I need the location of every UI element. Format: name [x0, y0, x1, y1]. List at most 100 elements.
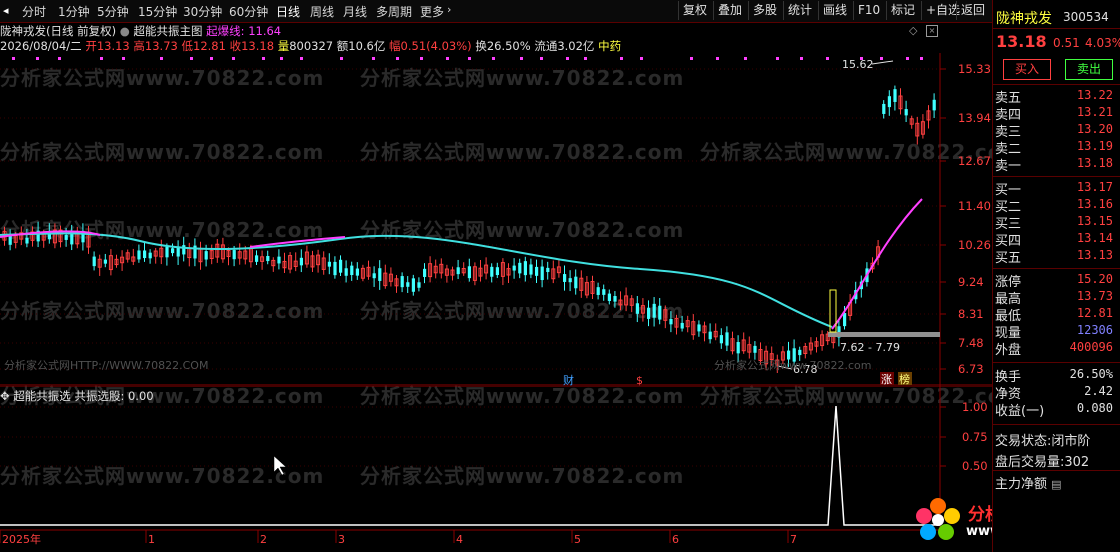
change-value: 0.51(4.03%)	[400, 39, 472, 53]
signal-dot	[160, 57, 163, 60]
high-mark: 15.62	[842, 58, 874, 71]
signal-dot	[396, 57, 399, 60]
candle-body	[887, 96, 891, 108]
candle-body	[456, 267, 460, 275]
candle-body	[607, 293, 611, 301]
price-change: 0.51	[1053, 36, 1080, 50]
indicator-value: 11.64	[248, 24, 282, 38]
time-axis-label: 3	[338, 533, 345, 546]
period-day[interactable]: 日线	[276, 3, 300, 20]
signal-dot	[420, 57, 423, 60]
candle-body	[574, 276, 578, 289]
candle-body	[546, 267, 550, 273]
indicator-name[interactable]: 超能共振主图	[134, 24, 203, 38]
candle-body	[350, 265, 354, 276]
ask-row: 卖三 13.20	[995, 122, 1113, 140]
price-axis-label: 13.94	[958, 111, 991, 125]
signal-dot	[920, 57, 923, 60]
candle-body	[143, 250, 147, 259]
period-multi[interactable]: 多周期	[376, 3, 412, 20]
turnover-value: 26.50%	[486, 39, 531, 53]
price-change-pct: 4.03%	[1085, 36, 1120, 50]
candle-body	[753, 345, 757, 353]
period-fenshi[interactable]: 分时	[22, 3, 46, 20]
float-value: 3.02亿	[557, 39, 595, 53]
gear-icon[interactable]: ●	[120, 24, 130, 38]
candle-body	[299, 257, 303, 266]
zhang-badge[interactable]: 涨	[881, 373, 892, 386]
period-month[interactable]: 月线	[343, 3, 367, 20]
extra-row: 收益(一) 0.080	[995, 401, 1113, 419]
ask-row: 卖五 13.22	[995, 88, 1113, 106]
mark-button[interactable]: 标记	[886, 1, 919, 20]
period-30min[interactable]: 30分钟	[183, 3, 222, 20]
trade-status: 交易状态:闭市阶	[995, 434, 1091, 449]
time-axis: 2025年 1 2 3 4 5 6 7	[0, 529, 940, 546]
stat-row: 外盘 400096	[995, 340, 1113, 358]
menu-icon[interactable]: ▤	[1051, 478, 1061, 491]
signal-dot	[210, 57, 213, 60]
sector-label: 中药	[598, 39, 622, 53]
diamond-icon[interactable]: ◇	[909, 24, 917, 37]
dollar-badge[interactable]: $	[636, 374, 643, 386]
mouse-cursor-icon	[273, 455, 287, 476]
time-axis-label: 7	[790, 533, 797, 546]
resonance-subchart[interactable]: 1.00 0.75 0.50	[0, 386, 992, 529]
signal-dot	[880, 57, 883, 60]
candle-body	[423, 268, 427, 277]
time-axis-label: 2	[260, 533, 267, 546]
candlestick-chart[interactable]: 15.33 13.94 12.67 11.40 10.26 9.24 8.31 7.48 6.7…	[0, 53, 992, 386]
candle-body	[406, 282, 410, 287]
candle-body	[25, 237, 29, 244]
candle-body	[680, 322, 684, 329]
stats-button[interactable]: 统计	[783, 1, 816, 20]
draw-button[interactable]: 画线	[818, 1, 851, 20]
candle-body	[372, 273, 376, 279]
candle-body	[736, 342, 740, 354]
bid-row: 买五 13.13	[995, 248, 1113, 266]
period-60min[interactable]: 60分钟	[229, 3, 268, 20]
time-axis-label: 2025年	[2, 532, 41, 546]
signal-dot	[776, 57, 779, 60]
candle-body	[725, 332, 729, 346]
period-15min[interactable]: 15分钟	[138, 3, 177, 20]
stat-row: 最低 12.81	[995, 306, 1113, 324]
buy-button[interactable]: 买入	[1003, 59, 1051, 80]
net-flow-label[interactable]: 主力净额 ▤	[995, 473, 1062, 492]
f10-button[interactable]: F10	[853, 1, 884, 20]
fuquan-button[interactable]: 复权	[678, 1, 711, 20]
candle-body	[8, 235, 12, 245]
price-axis-label: 7.48	[958, 336, 984, 350]
period-5min[interactable]: 5分钟	[97, 3, 129, 20]
overlay-button[interactable]: 叠加	[713, 1, 746, 20]
back-button[interactable]: 返回	[956, 1, 989, 20]
chart-title: 陇神戎发(日线 前复权)	[0, 24, 117, 38]
finance-badge[interactable]: 财	[563, 373, 574, 386]
multi-stock-button[interactable]: 多股	[748, 1, 781, 20]
period-more[interactable]: 更多	[420, 3, 444, 20]
close-value: 13.18	[241, 39, 275, 53]
signal-dot	[372, 57, 375, 60]
bang-badge[interactable]: 榜	[899, 372, 910, 386]
period-1min[interactable]: 1分钟	[58, 3, 90, 20]
indicator-label: 起爆线:	[206, 24, 245, 38]
candle-body	[635, 303, 639, 314]
ma-long-line	[0, 232, 833, 328]
period-prev-icon[interactable]: ◂	[3, 4, 9, 17]
sell-button[interactable]: 卖出	[1065, 59, 1113, 80]
candle-body	[882, 103, 886, 114]
candle-body	[378, 268, 382, 281]
ma-short-line	[0, 198, 923, 330]
chevron-right-icon[interactable]: ›	[447, 3, 451, 16]
price-axis-label: 6.73	[958, 362, 984, 376]
signal-dot	[520, 57, 523, 60]
signal-dot	[280, 57, 283, 60]
close-icon[interactable]: ×	[926, 25, 938, 37]
watermark-url: 分析家公式网HTTP://WWW.70822.COM	[4, 358, 208, 372]
signal-dot	[716, 57, 719, 60]
period-week[interactable]: 周线	[310, 3, 334, 20]
stat-row: 涨停 15.20	[995, 272, 1113, 290]
low-value: 12.81	[193, 39, 226, 53]
signal-dot	[190, 57, 193, 60]
candle-body	[411, 278, 415, 292]
